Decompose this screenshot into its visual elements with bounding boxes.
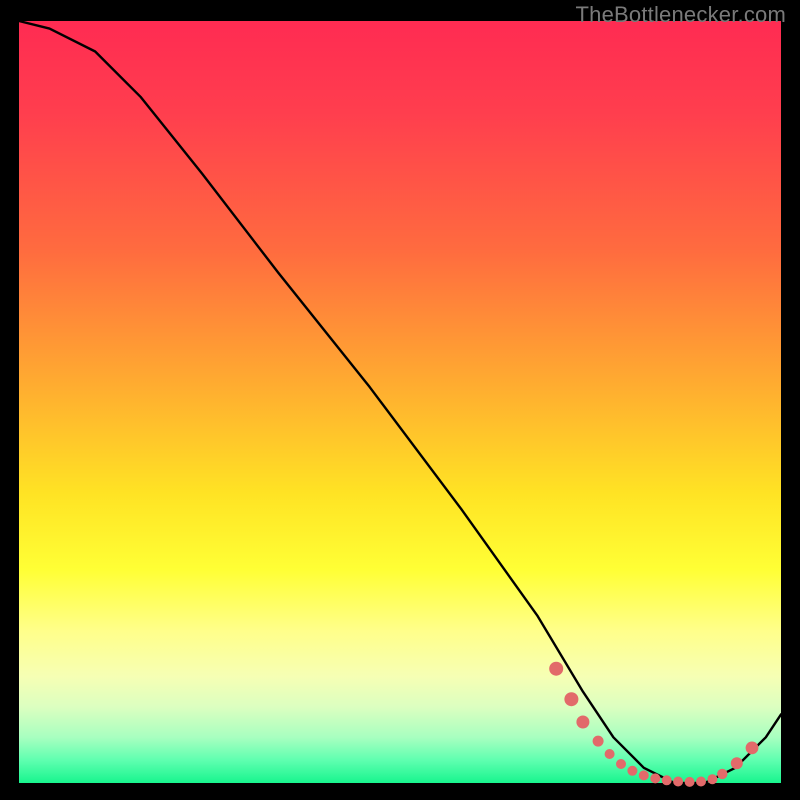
curve-marker [685,777,695,787]
bottleneck-curve [19,21,781,783]
curve-marker [696,777,706,787]
curve-marker [593,736,604,747]
chart-stage: TheBottlenecker.com [0,0,800,800]
curve-marker [549,662,563,676]
curve-marker [639,770,649,780]
curve-marker [707,774,717,784]
watermark-text: TheBottlenecker.com [576,2,786,28]
curve-markers [549,662,758,787]
curve-marker [731,757,743,769]
chart-overlay [19,21,781,783]
curve-marker [576,716,589,729]
curve-marker [605,749,615,759]
curve-marker [564,692,578,706]
curve-marker [662,775,672,785]
curve-marker [627,766,637,776]
curve-marker [650,773,660,783]
curve-marker [746,742,759,755]
curve-marker [673,777,683,787]
curve-marker [616,759,626,769]
curve-marker [717,769,727,779]
